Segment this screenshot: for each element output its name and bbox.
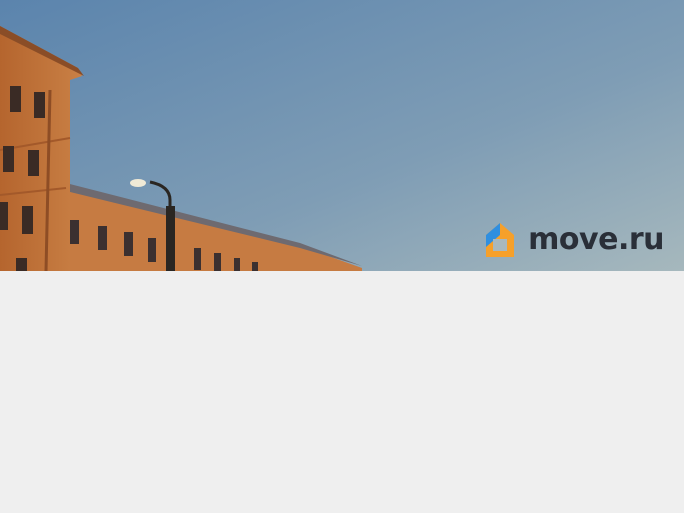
move-ru-logo: move.ru: [482, 220, 664, 260]
page: move.ru: [0, 0, 684, 513]
hero-banner-image: move.ru: [0, 0, 684, 271]
logo-wordmark: move.ru: [528, 222, 664, 257]
house-icon: [486, 223, 515, 257]
content-area: [0, 271, 684, 513]
